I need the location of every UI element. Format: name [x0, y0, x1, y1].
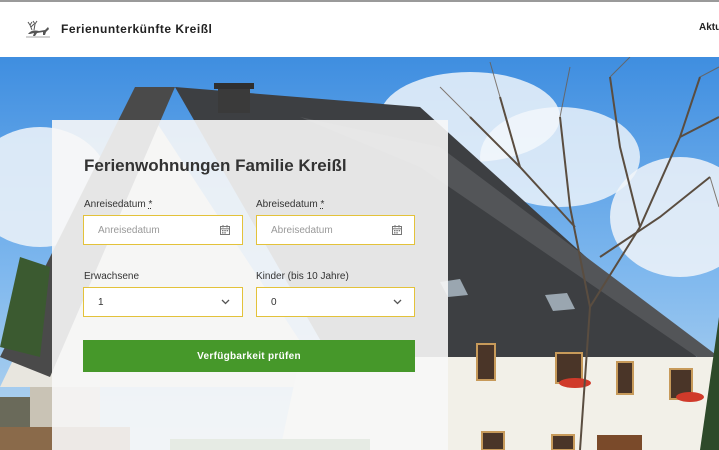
calendar-icon[interactable] [220, 225, 230, 235]
check-availability-button[interactable]: Verfügbarkeit prüfen [83, 340, 415, 372]
form-title: Ferienwohnungen Familie Kreißl [84, 156, 347, 175]
calendar-icon[interactable] [392, 225, 402, 235]
chevron-down-icon[interactable] [393, 298, 402, 306]
arrival-date-input[interactable] [84, 216, 225, 244]
adults-select[interactable]: 1 [83, 287, 243, 317]
arrival-date-field[interactable] [83, 215, 243, 245]
adults-label: Erwachsene [84, 271, 140, 282]
site-header: Ferienunterkünfte Kreißl Aktu [0, 2, 719, 57]
arrival-label: Anreisedatum * [84, 199, 152, 210]
deer-icon[interactable] [25, 18, 51, 40]
children-value: 0 [271, 297, 277, 308]
departure-label: Abreisedatum * [256, 199, 324, 210]
children-select[interactable]: 0 [256, 287, 415, 317]
required-mark: * [320, 199, 325, 210]
required-mark: * [148, 199, 153, 210]
booking-form: Ferienwohnungen Familie Kreißl Anreiseda… [52, 120, 448, 450]
nav-item-aktuelles[interactable]: Aktu [699, 22, 719, 33]
departure-date-input[interactable] [257, 216, 397, 244]
children-label: Kinder (bis 10 Jahre) [256, 271, 349, 282]
chevron-down-icon[interactable] [221, 298, 230, 306]
departure-date-field[interactable] [256, 215, 415, 245]
departure-label-text: Abreisedatum [256, 199, 318, 210]
site-title[interactable]: Ferienunterkünfte Kreißl [61, 22, 212, 36]
adults-value: 1 [98, 297, 104, 308]
arrival-label-text: Anreisedatum [84, 199, 146, 210]
